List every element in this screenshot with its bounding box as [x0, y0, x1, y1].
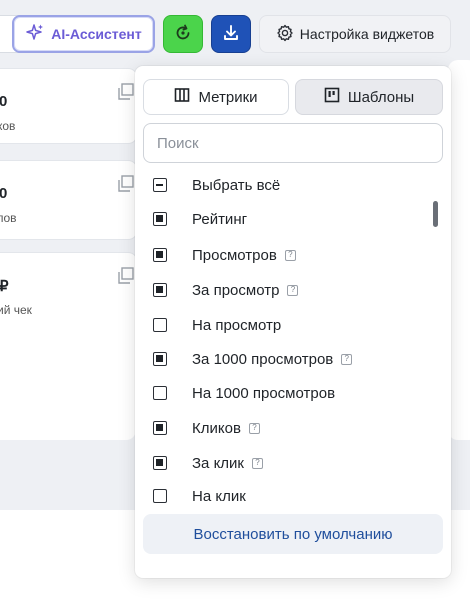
widget-settings-button[interactable]: Настройка виджетов — [259, 15, 451, 53]
tab-metrics[interactable]: Метрики — [143, 79, 289, 115]
metric-card-label: ий чек — [0, 303, 32, 317]
sparkle-icon — [25, 23, 45, 46]
gear-icon — [276, 24, 294, 45]
copy-icon[interactable] — [117, 175, 135, 198]
help-icon[interactable]: ? — [284, 249, 296, 261]
checkbox[interactable] — [153, 283, 167, 297]
copy-icon[interactable] — [117, 267, 135, 290]
tab-templates-label: Шаблоны — [347, 88, 415, 106]
right-background-panel — [448, 60, 470, 440]
metric-label: На 1000 просмотров — [192, 384, 336, 402]
metric-label: За клик — [192, 454, 244, 472]
metric-checkbox-item[interactable]: За клик? — [153, 449, 263, 477]
checkbox[interactable] — [153, 456, 167, 470]
left-background-panel — [0, 320, 136, 440]
refresh-button[interactable] — [163, 15, 203, 53]
metric-checkbox-item[interactable]: На просмотр — [153, 311, 281, 339]
checkbox[interactable] — [153, 489, 167, 503]
metric-label: На клик — [192, 487, 246, 505]
metric-card[interactable]: 0 пов — [0, 160, 138, 240]
help-icon[interactable]: ? — [248, 422, 260, 434]
metric-card-value: ₽ — [0, 278, 9, 295]
metric-label: Рейтинг — [192, 210, 248, 228]
restore-defaults-label: Восстановить по умолчанию — [193, 525, 393, 543]
checkbox[interactable] — [153, 386, 167, 400]
metric-checkbox-item[interactable]: На клик — [153, 482, 246, 510]
tab-templates[interactable]: Шаблоны — [295, 79, 443, 115]
download-button[interactable] — [211, 15, 251, 53]
metric-card-label: ков — [0, 119, 16, 133]
metric-label: Кликов — [192, 419, 241, 437]
metric-label: Просмотров — [192, 246, 277, 264]
checkbox[interactable] — [153, 318, 167, 332]
metric-checkbox-item[interactable]: Просмотров? — [153, 241, 296, 269]
help-icon[interactable]: ? — [287, 284, 299, 296]
checkbox[interactable] — [153, 248, 167, 262]
checkbox[interactable] — [153, 212, 167, 226]
metric-checkbox-item[interactable]: На 1000 просмотров — [153, 379, 335, 407]
metric-checkbox-item[interactable]: За просмотр? — [153, 276, 299, 304]
metric-checkbox-item[interactable]: Рейтинг — [153, 205, 247, 233]
template-icon — [324, 87, 340, 107]
metrics-dropdown-panel: Метрики Шаблоны Выбрать всё Рейтинг Просмо… — [135, 66, 451, 578]
metric-checkbox-item[interactable]: Кликов? — [153, 414, 260, 442]
copy-icon[interactable] — [117, 83, 135, 106]
ai-assistant-button[interactable]: AI-Ассистент — [12, 15, 155, 53]
metric-card-value: 0 — [0, 93, 8, 110]
select-all-item[interactable]: Выбрать всё — [153, 171, 280, 199]
metric-label: За 1000 просмотров — [192, 350, 334, 368]
refresh-icon — [173, 23, 193, 46]
metric-label: Выбрать всё — [192, 176, 281, 194]
restore-defaults-button[interactable]: Восстановить по умолчанию — [143, 514, 443, 554]
metric-card[interactable]: 0 ков — [0, 68, 138, 144]
ai-assistant-label: AI-Ассистент — [51, 26, 142, 42]
metric-card-value: 0 — [0, 185, 8, 202]
metric-label: За просмотр — [192, 281, 280, 299]
metric-label: На просмотр — [192, 316, 282, 334]
widget-settings-label: Настройка виджетов — [299, 26, 435, 42]
columns-icon — [174, 87, 190, 107]
checkbox[interactable] — [153, 421, 167, 435]
tab-metrics-label: Метрики — [198, 88, 258, 106]
checkbox[interactable] — [153, 178, 167, 192]
list-scrollbar[interactable] — [433, 201, 438, 227]
metric-checkbox-item[interactable]: За 1000 просмотров? — [153, 345, 353, 373]
metric-card-label: пов — [0, 211, 17, 225]
help-icon[interactable]: ? — [252, 457, 263, 469]
download-icon — [221, 23, 241, 46]
widget-toolbar: AI-Ассистент Настройка виджетов — [0, 0, 470, 70]
help-icon[interactable]: ? — [341, 353, 353, 365]
search-input[interactable] — [143, 123, 443, 163]
checkbox[interactable] — [153, 352, 167, 366]
